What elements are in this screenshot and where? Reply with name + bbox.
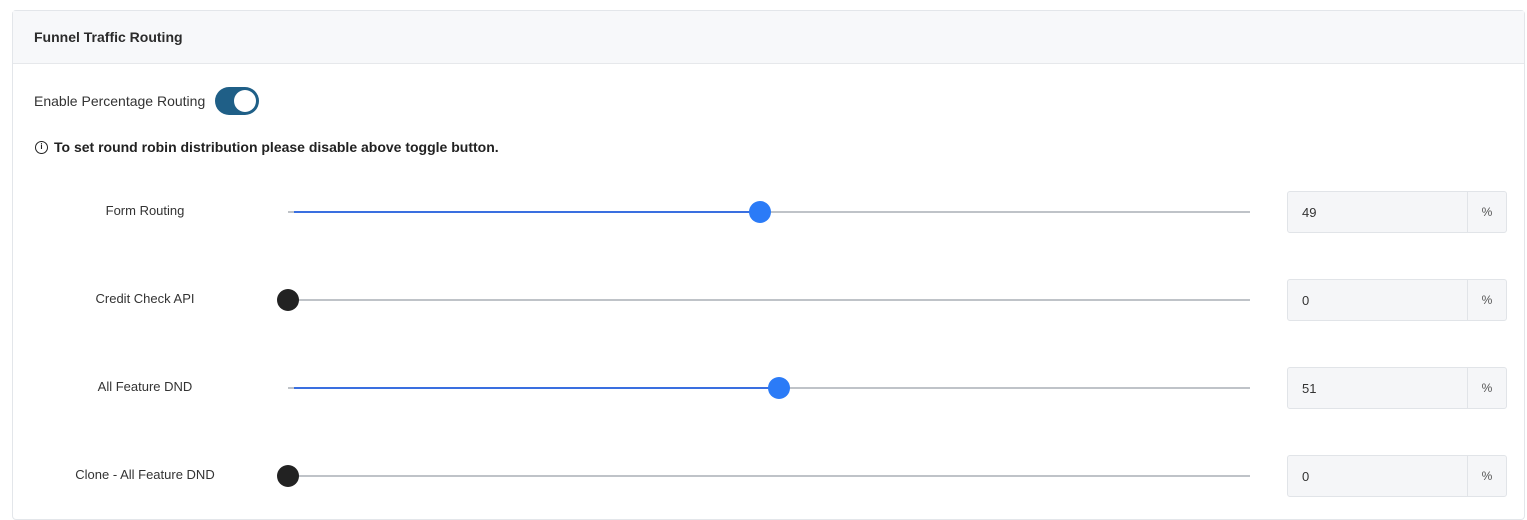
card-header: Funnel Traffic Routing bbox=[13, 11, 1524, 64]
route-label: Clone - All Feature DND bbox=[75, 467, 215, 482]
slider-fill bbox=[294, 387, 779, 389]
route-row: Form Routing 49 % bbox=[13, 191, 1526, 233]
percent-unit: % bbox=[1467, 192, 1506, 232]
route-label: Form Routing bbox=[105, 203, 185, 218]
percentage-input[interactable]: 0 bbox=[1288, 280, 1467, 320]
percentage-routing-toggle[interactable] bbox=[215, 87, 260, 115]
percentage-field: 49 % bbox=[1287, 191, 1507, 233]
slider-fill bbox=[294, 211, 760, 213]
percentage-input[interactable]: 0 bbox=[1288, 456, 1467, 496]
slider-thumb[interactable] bbox=[277, 465, 299, 487]
card-title: Funnel Traffic Routing bbox=[34, 29, 183, 45]
toggle-label: Enable Percentage Routing bbox=[34, 93, 206, 109]
slider-thumb[interactable] bbox=[748, 201, 771, 223]
slider-track bbox=[288, 299, 1250, 301]
route-slider[interactable] bbox=[288, 377, 1250, 399]
route-label: All Feature DND bbox=[97, 379, 193, 394]
funnel-traffic-routing-card: Funnel Traffic Routing Enable Percentage… bbox=[12, 10, 1525, 520]
percentage-input[interactable]: 49 bbox=[1288, 192, 1467, 232]
info-message: i To set round robin distribution please… bbox=[35, 139, 499, 155]
route-row: Clone - All Feature DND 0 % bbox=[13, 455, 1526, 497]
route-slider[interactable] bbox=[288, 201, 1250, 223]
slider-thumb[interactable] bbox=[767, 377, 790, 399]
percentage-field: 0 % bbox=[1287, 279, 1507, 321]
percentage-field: 51 % bbox=[1287, 367, 1507, 409]
toggle-knob bbox=[234, 90, 257, 112]
percent-unit: % bbox=[1467, 368, 1506, 408]
percentage-field: 0 % bbox=[1287, 455, 1507, 497]
slider-track bbox=[288, 475, 1250, 477]
slider-thumb[interactable] bbox=[277, 289, 299, 311]
percent-unit: % bbox=[1467, 456, 1506, 496]
percent-unit: % bbox=[1467, 280, 1506, 320]
percentage-routing-toggle-row: Enable Percentage Routing bbox=[34, 87, 260, 115]
route-row: Credit Check API 0 % bbox=[13, 279, 1526, 321]
route-label: Credit Check API bbox=[95, 291, 195, 306]
info-text: To set round robin distribution please d… bbox=[54, 139, 499, 155]
route-row: All Feature DND 51 % bbox=[13, 367, 1526, 409]
route-slider[interactable] bbox=[277, 289, 1250, 311]
percentage-input[interactable]: 51 bbox=[1288, 368, 1467, 408]
route-slider[interactable] bbox=[277, 465, 1250, 487]
info-icon: i bbox=[35, 140, 48, 154]
